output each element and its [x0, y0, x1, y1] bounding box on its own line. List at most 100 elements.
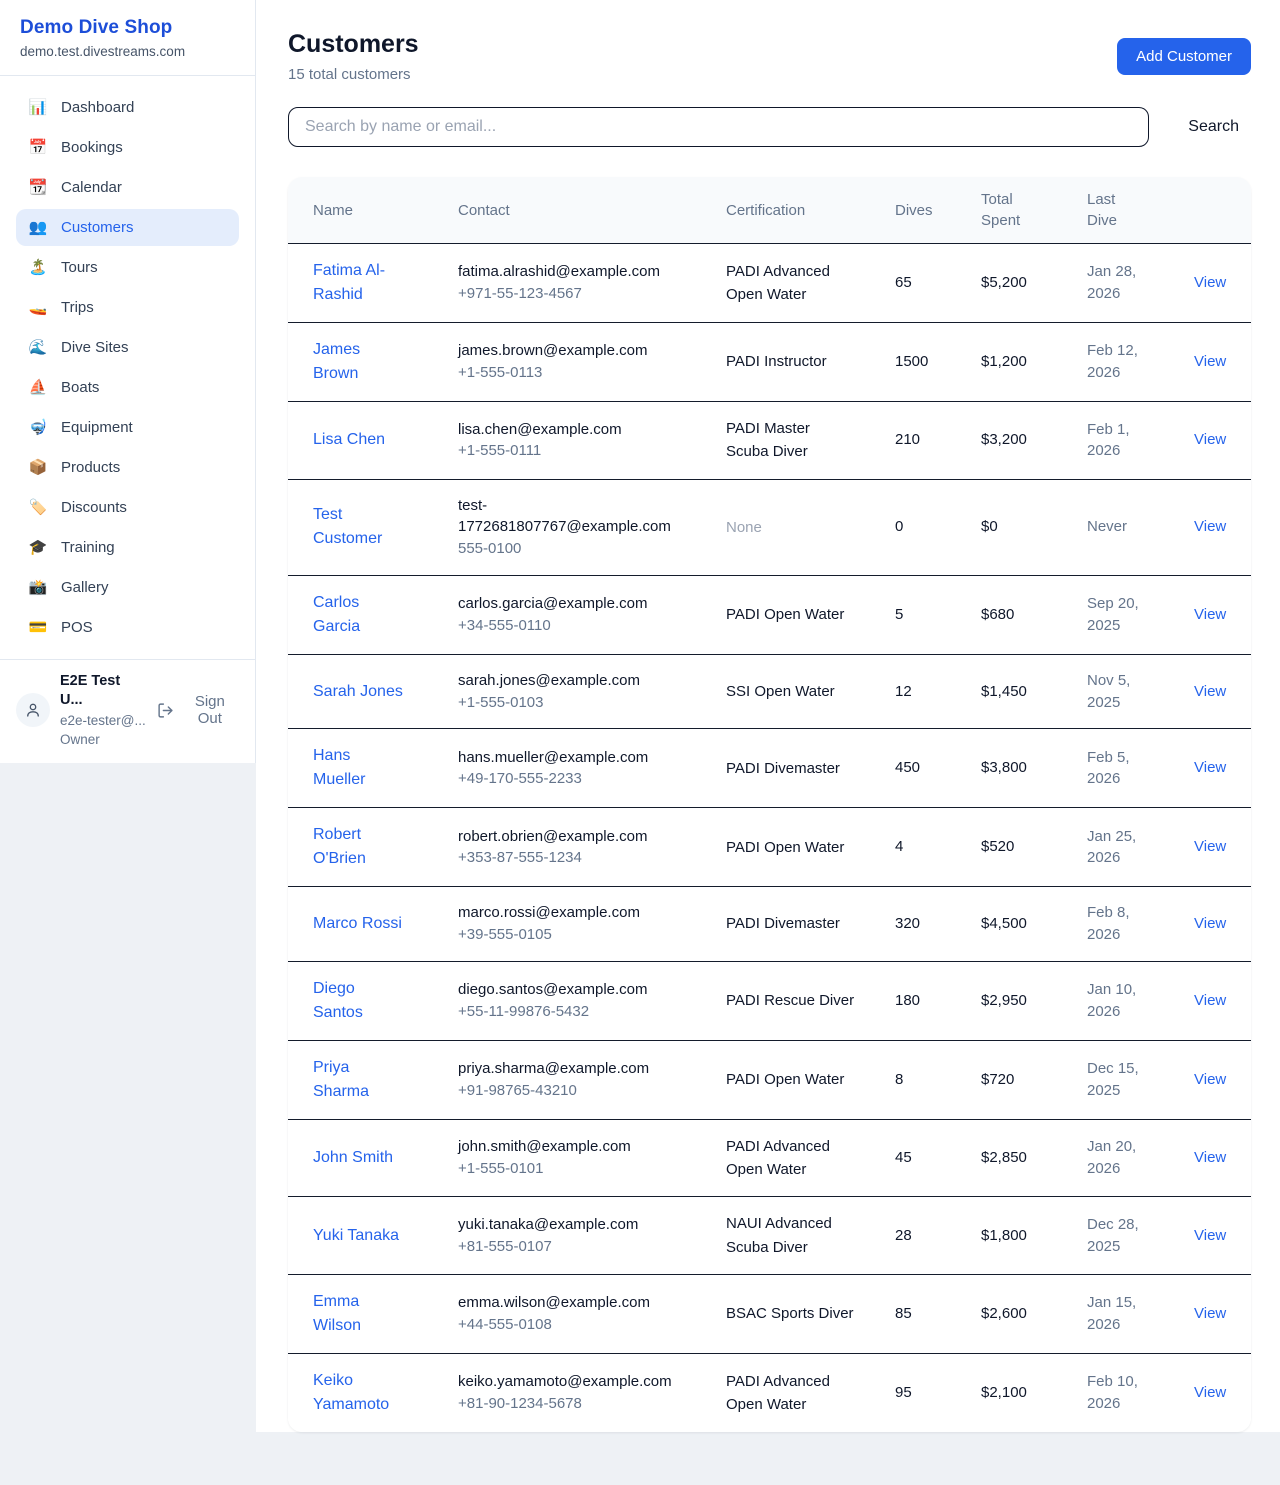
table-row: Lisa Chen lisa.chen@example.com +1-555-0… — [288, 402, 1251, 480]
table-row: John Smith john.smith@example.com +1-555… — [288, 1120, 1251, 1198]
view-link[interactable]: View — [1194, 838, 1226, 855]
customer-certification: PADI Instructor — [726, 335, 895, 388]
sidebar-item-products[interactable]: 📦 Products — [16, 449, 239, 486]
sidebar-item-tours[interactable]: 🏝️ Tours — [16, 249, 239, 286]
table-row: Marco Rossi marco.rossi@example.com +39-… — [288, 887, 1251, 962]
view-link[interactable]: View — [1194, 683, 1226, 700]
customer-name-link[interactable]: Sarah Jones — [313, 680, 403, 704]
sidebar-item-equipment[interactable]: 🤿 Equipment — [16, 409, 239, 446]
add-customer-button[interactable]: Add Customer — [1117, 38, 1251, 75]
view-link[interactable]: View — [1194, 1227, 1226, 1244]
sidebar-item-trips[interactable]: 🚤 Trips — [16, 289, 239, 326]
sidebar: Demo Dive Shop demo.test.divestreams.com… — [0, 0, 256, 763]
sidebar-item-customers[interactable]: 👥 Customers — [16, 209, 239, 246]
search-button[interactable]: Search — [1176, 110, 1251, 144]
customer-name-link[interactable]: Emma Wilson — [313, 1290, 405, 1338]
customer-name-link[interactable]: Diego Santos — [313, 977, 405, 1025]
customer-name-link[interactable]: Lisa Chen — [313, 428, 385, 452]
view-link[interactable]: View — [1194, 1149, 1226, 1166]
customer-total-spent: $520 — [981, 821, 1087, 873]
sidebar-item-bookings[interactable]: 📅 Bookings — [16, 129, 239, 166]
sidebar-item-label: Training — [61, 539, 115, 556]
customer-name-link[interactable]: Fatima Al-Rashid — [313, 259, 405, 307]
sidebar-item-label: Products — [61, 459, 120, 476]
customer-phone: +81-555-0107 — [458, 1236, 668, 1258]
customer-last-dive: Sep 20, 2025 — [1087, 578, 1194, 652]
customer-name-link[interactable]: Robert O'Brien — [313, 823, 405, 871]
customer-name-link[interactable]: Keiko Yamamoto — [313, 1369, 405, 1417]
sidebar-item-calendar[interactable]: 📆 Calendar — [16, 169, 239, 206]
customer-phone: +34-555-0110 — [458, 615, 668, 637]
customer-phone: +91-98765-43210 — [458, 1080, 668, 1102]
customer-email: emma.wilson@example.com — [458, 1292, 668, 1314]
customer-name-link[interactable]: Yuki Tanaka — [313, 1224, 399, 1248]
customer-dives: 65 — [895, 257, 981, 309]
customer-email: fatima.alrashid@example.com — [458, 261, 668, 283]
view-link[interactable]: View — [1194, 274, 1226, 291]
customer-dives: 210 — [895, 414, 981, 466]
customer-last-dive: Feb 5, 2026 — [1087, 732, 1194, 806]
sidebar-nav: 📊 Dashboard 📅 Bookings 📆 Calendar 👥 Cust… — [0, 76, 255, 659]
view-link[interactable]: View — [1194, 992, 1226, 1009]
view-link[interactable]: View — [1194, 431, 1226, 448]
table-body: Fatima Al-Rashid fatima.alrashid@example… — [288, 244, 1251, 1432]
table-row: Emma Wilson emma.wilson@example.com +44-… — [288, 1275, 1251, 1354]
customer-email: james.brown@example.com — [458, 340, 668, 362]
view-link[interactable]: View — [1194, 1305, 1226, 1322]
customer-certification: PADI Advanced Open Water — [726, 245, 895, 322]
customer-certification: PADI Master Scuba Diver — [726, 402, 895, 479]
customer-certification: PADI Open Water — [726, 821, 895, 874]
customer-phone: +971-55-123-4567 — [458, 283, 668, 305]
customer-email: hans.mueller@example.com — [458, 747, 668, 769]
avatar — [16, 693, 50, 727]
customer-dives: 1500 — [895, 336, 981, 388]
view-link[interactable]: View — [1194, 606, 1226, 623]
customer-email: yuki.tanaka@example.com — [458, 1214, 668, 1236]
island-icon: 🏝️ — [28, 260, 48, 275]
sidebar-item-label: Discounts — [61, 499, 127, 516]
customer-last-dive: Jan 25, 2026 — [1087, 811, 1194, 885]
customer-phone: +39-555-0105 — [458, 924, 668, 946]
customer-total-spent: $3,800 — [981, 742, 1087, 794]
customer-phone: +1-555-0111 — [458, 440, 668, 462]
customer-last-dive: Jan 20, 2026 — [1087, 1121, 1194, 1195]
customer-certification: NAUI Advanced Scuba Diver — [726, 1197, 895, 1274]
sidebar-item-dive-sites[interactable]: 🌊 Dive Sites — [16, 329, 239, 366]
sidebar-item-label: Dive Sites — [61, 339, 129, 356]
customer-name-link[interactable]: Carlos Garcia — [313, 591, 405, 639]
sign-out-button[interactable]: Sign Out — [157, 693, 239, 727]
table-row: Robert O'Brien robert.obrien@example.com… — [288, 808, 1251, 887]
customer-name-link[interactable]: Test Customer — [313, 503, 405, 551]
customer-dives: 180 — [895, 975, 981, 1027]
sidebar-item-boats[interactable]: ⛵ Boats — [16, 369, 239, 406]
customer-total-spent: $0 — [981, 501, 1087, 553]
customer-last-dive: Never — [1087, 501, 1194, 553]
customer-name-link[interactable]: Hans Mueller — [313, 744, 405, 792]
customer-email: lisa.chen@example.com — [458, 419, 668, 441]
sidebar-item-dashboard[interactable]: 📊 Dashboard — [16, 89, 239, 126]
sidebar-item-pos[interactable]: 💳 POS — [16, 609, 239, 646]
sidebar-item-label: Customers — [61, 219, 134, 236]
column-header-contact: Contact — [458, 188, 726, 233]
customer-last-dive: Nov 5, 2025 — [1087, 655, 1194, 729]
customer-name-link[interactable]: James Brown — [313, 338, 405, 386]
sidebar-item-label: POS — [61, 619, 93, 636]
customers-table: Name Contact Certification Dives Total S… — [288, 177, 1251, 1432]
view-link[interactable]: View — [1194, 518, 1226, 535]
customer-name-link[interactable]: Marco Rossi — [313, 912, 402, 936]
customer-total-spent: $1,450 — [981, 666, 1087, 718]
view-link[interactable]: View — [1194, 1071, 1226, 1088]
table-row: Fatima Al-Rashid fatima.alrashid@example… — [288, 244, 1251, 323]
view-link[interactable]: View — [1194, 915, 1226, 932]
search-input[interactable] — [288, 107, 1149, 147]
table-header-row: Name Contact Certification Dives Total S… — [288, 177, 1251, 244]
view-link[interactable]: View — [1194, 1384, 1226, 1401]
sidebar-item-gallery[interactable]: 📸 Gallery — [16, 569, 239, 606]
view-link[interactable]: View — [1194, 759, 1226, 776]
customer-name-link[interactable]: Priya Sharma — [313, 1056, 405, 1104]
customer-total-spent: $2,950 — [981, 975, 1087, 1027]
customer-name-link[interactable]: John Smith — [313, 1146, 393, 1170]
sidebar-item-discounts[interactable]: 🏷️ Discounts — [16, 489, 239, 526]
sidebar-item-training[interactable]: 🎓 Training — [16, 529, 239, 566]
view-link[interactable]: View — [1194, 353, 1226, 370]
